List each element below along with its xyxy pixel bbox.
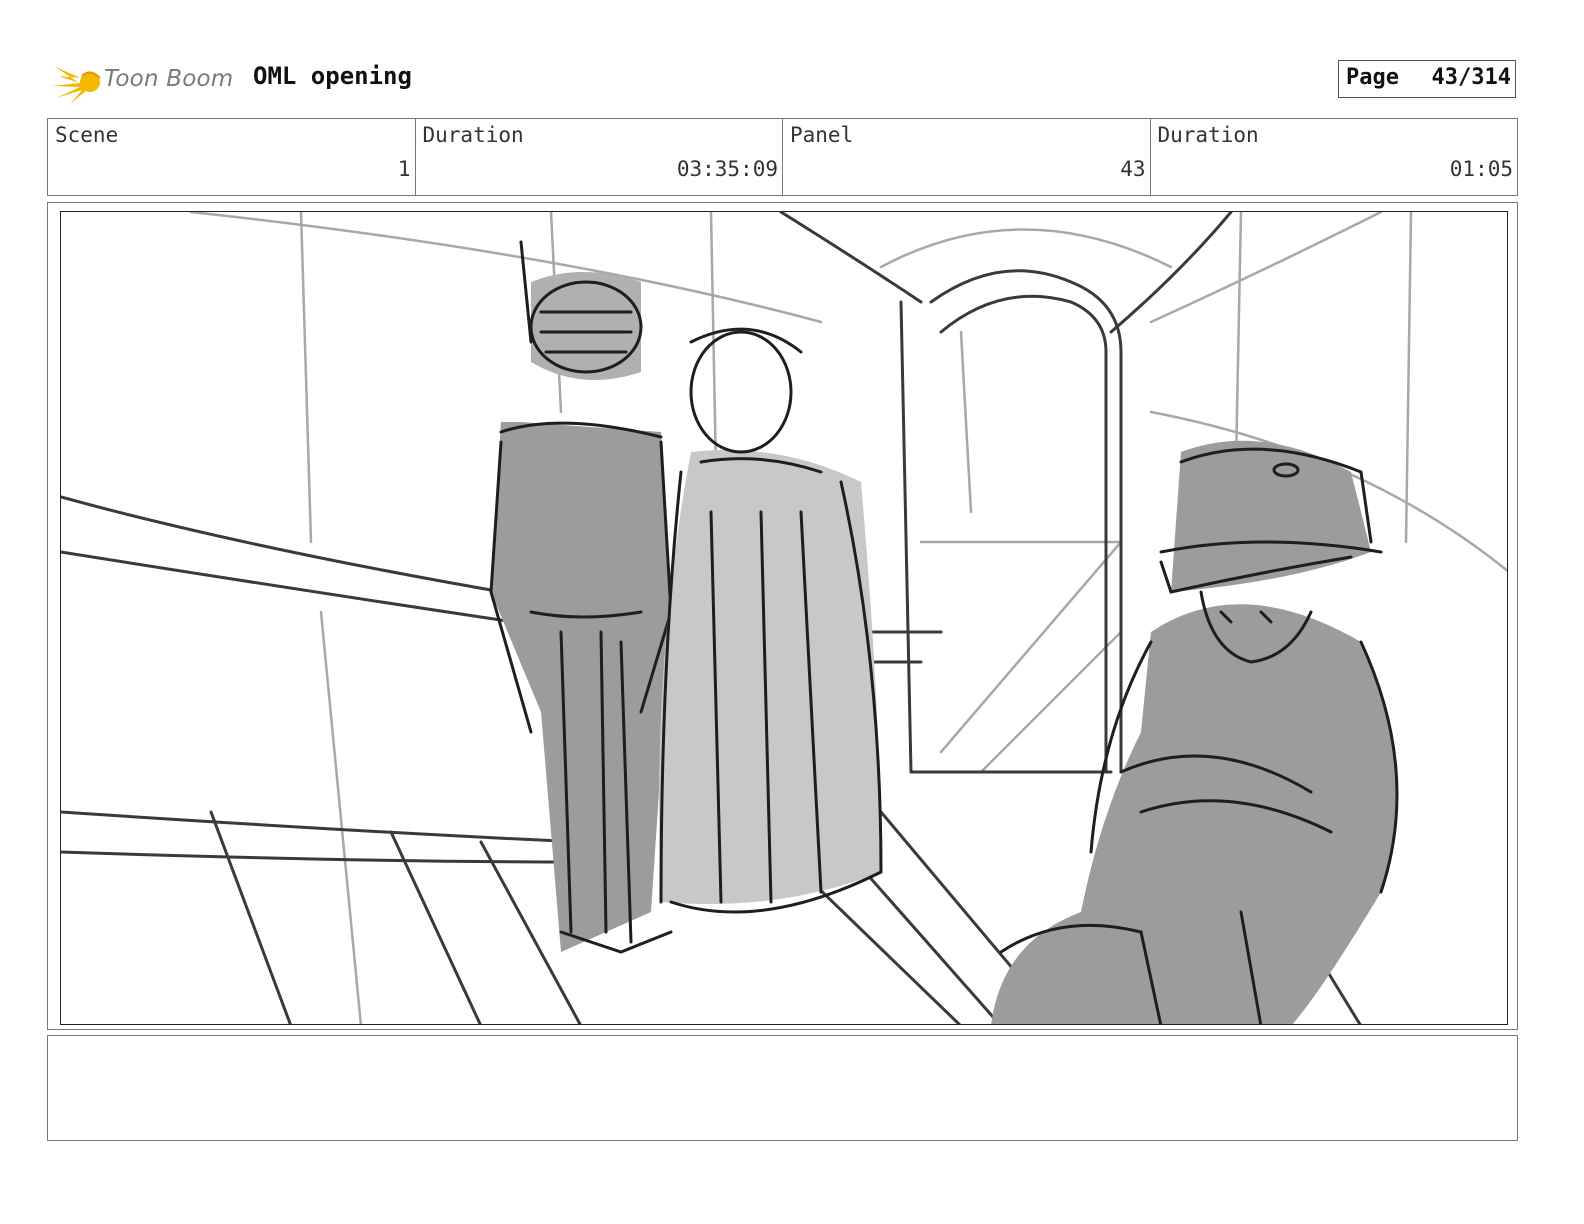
- panel-value: 43: [1120, 157, 1146, 181]
- panel-image: [60, 211, 1508, 1025]
- storyboard-sketch: [61, 212, 1507, 1024]
- page-number: 43/314: [1431, 65, 1511, 90]
- starburst-icon: [52, 66, 101, 104]
- panel-duration-value: 01:05: [1449, 157, 1513, 181]
- panel-duration-cell: Duration 01:05: [1151, 119, 1518, 195]
- toon-boom-logo: Toon Boom: [50, 56, 240, 106]
- info-bar: Scene 1 Duration 03:35:09 Panel 43 Durat…: [47, 118, 1518, 196]
- panel-container: [47, 202, 1518, 1030]
- scene-label: Scene: [55, 123, 119, 147]
- panel-cell: Panel 43: [783, 119, 1151, 195]
- page-indicator: Page 43/314: [1338, 60, 1516, 98]
- project-title: OML opening: [253, 62, 412, 90]
- scene-cell: Scene 1: [48, 119, 416, 195]
- scene-duration-value: 03:35:09: [676, 157, 778, 181]
- panel-notes-box: [47, 1035, 1518, 1141]
- page-label: Page: [1346, 65, 1399, 90]
- scene-duration-label: Duration: [422, 123, 524, 147]
- logo-text: Toon Boom: [104, 66, 234, 92]
- scene-duration-cell: Duration 03:35:09: [416, 119, 783, 195]
- scene-value: 1: [397, 157, 411, 181]
- panel-duration-label: Duration: [1157, 123, 1259, 147]
- panel-label: Panel: [790, 123, 854, 147]
